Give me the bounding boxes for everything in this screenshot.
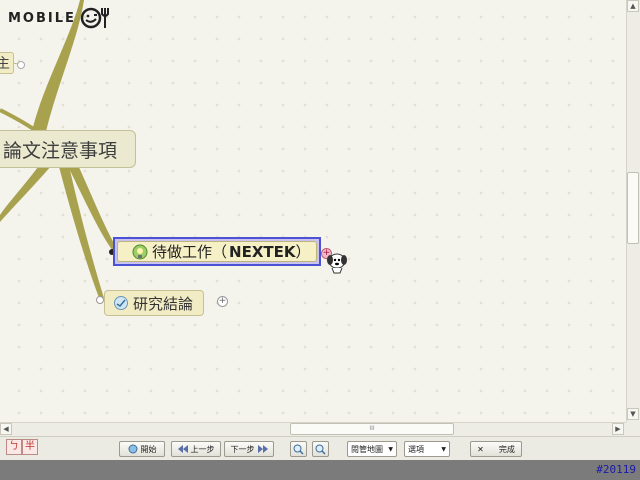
page-id-label: #20119 [596, 463, 636, 476]
sub-node-connector [17, 61, 25, 69]
close-icon: ✕ [477, 444, 484, 454]
mindmap-canvas[interactable]: MOBILE 主 論文注意事項 待做工作（ NEXTEK ） + 研究結論 + [0, 0, 626, 422]
selected-node[interactable]: 待做工作（ NEXTEK ） [113, 237, 321, 266]
sub-node[interactable]: 主 [0, 52, 14, 74]
start-icon [128, 444, 137, 454]
scroll-up-button[interactable]: ▲ [627, 0, 639, 12]
horizontal-scrollbar[interactable]: ◀ III ▶ [0, 422, 626, 436]
child-node-research[interactable]: 研究結論 [104, 290, 205, 316]
scroll-left-button[interactable]: ◀ [0, 423, 12, 435]
ime-bopomofo-button[interactable]: ㄅ [6, 439, 22, 455]
main-topic-label: 論文注意事項 [3, 139, 118, 162]
vertical-scroll-thumb[interactable] [627, 172, 639, 244]
map-view-label: 閱管地圖 [351, 444, 383, 454]
selected-node-suffix: ） [295, 243, 311, 261]
sub-node-label: 主 [0, 56, 10, 72]
options-label: 選項 [408, 444, 424, 454]
main-topic-node[interactable]: 論文注意事項 [0, 130, 137, 168]
previous-step-button[interactable]: 上一步 [171, 441, 221, 457]
previous-step-label: 上一步 [190, 444, 215, 454]
fast-forward-icon [257, 445, 268, 453]
child-node-label: 研究結論 [133, 294, 194, 313]
ime-halfwidth-button[interactable]: 半 [22, 439, 38, 455]
next-step-button[interactable]: 下一步 [224, 441, 274, 457]
start-button[interactable]: 開始 [119, 441, 165, 457]
scroll-down-button[interactable]: ▼ [627, 408, 639, 420]
done-button[interactable]: ✕ 完成 [470, 441, 522, 457]
task-icon [132, 244, 148, 259]
scroll-right-button[interactable]: ▶ [612, 423, 624, 435]
selected-node-body: 待做工作（ NEXTEK ） [117, 241, 317, 262]
next-step-label: 下一步 [230, 444, 255, 454]
horizontal-scroll-thumb[interactable]: III [290, 423, 454, 435]
branch-top [30, 0, 84, 140]
child-node-connector [96, 296, 104, 304]
start-button-label: 開始 [140, 444, 157, 454]
options-dropdown[interactable]: 選項 ▼ [404, 441, 450, 457]
zoom-out-button[interactable] [312, 441, 329, 457]
research-icon [114, 296, 128, 310]
zoom-in-icon [293, 444, 304, 455]
child-node-expand-button[interactable]: + [217, 296, 228, 307]
zoom-in-button[interactable] [290, 441, 307, 457]
chevron-down-icon: ▼ [441, 445, 446, 453]
zoom-out-icon [315, 444, 326, 455]
bottom-toolbar: ㄅ 半 開始 上一步 下一步 閱管地圖 ▼ 選項 ▼ ✕ 完成 [0, 436, 640, 460]
vertical-scrollbar[interactable]: ▲ ▼ [626, 0, 640, 422]
rewind-icon [177, 445, 188, 453]
chevron-down-icon: ▼ [388, 445, 393, 453]
selected-node-label: 待做工作（ [152, 243, 228, 261]
dog-cursor-icon [327, 253, 347, 274]
mindmap-branches [0, 0, 118, 300]
done-button-label: 完成 [498, 444, 515, 454]
scrollbar-corner [626, 422, 640, 436]
status-bar: #20119 [0, 460, 640, 480]
map-view-dropdown[interactable]: 閱管地圖 ▼ [347, 441, 397, 457]
selected-node-bold: NEXTEK [229, 242, 296, 261]
